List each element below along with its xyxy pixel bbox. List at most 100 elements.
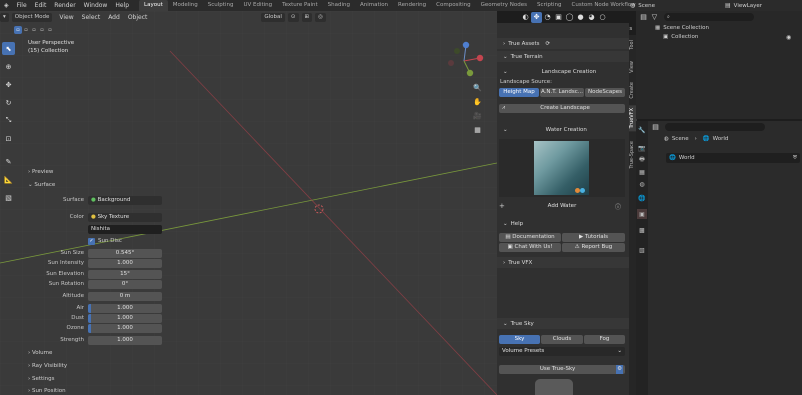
- sun-intensity-field[interactable]: 1.000: [88, 258, 162, 268]
- move-icon[interactable]: ✥: [2, 78, 15, 91]
- preview-section[interactable]: › Preview: [28, 169, 53, 175]
- collection-row[interactable]: ▣ Collection: [663, 34, 698, 40]
- true-vfx-header[interactable]: › True VFX: [497, 257, 629, 268]
- tab-geometry-nodes[interactable]: Geometry Nodes: [476, 0, 532, 11]
- vp-menu-add[interactable]: Add: [104, 14, 124, 21]
- blender-logo-icon[interactable]: ◈: [0, 2, 13, 9]
- tab-scripting[interactable]: Scripting: [532, 0, 566, 11]
- strength-field[interactable]: 1.000: [88, 335, 162, 345]
- create-landscape-button[interactable]: ⩘ Create Landscape: [499, 104, 625, 113]
- render-tab-icon[interactable]: 📷: [637, 143, 647, 153]
- visibility-eye-icon[interactable]: ◉: [786, 34, 791, 41]
- xray-icon[interactable]: ▣: [553, 12, 564, 23]
- sky-type-dropdown[interactable]: Nishita: [88, 224, 162, 234]
- tab-shading[interactable]: Shading: [323, 0, 355, 11]
- extra-tab-icon[interactable]: ▧: [637, 245, 647, 255]
- true-assets-header[interactable]: › True Assets ⟳: [497, 38, 629, 49]
- select-extend-icon[interactable]: ▫: [22, 26, 30, 34]
- solid-shading-icon[interactable]: ●: [575, 12, 586, 23]
- proportional-icon[interactable]: ◎: [315, 12, 326, 22]
- view-layer-tab-icon[interactable]: ▦: [637, 167, 647, 177]
- tab-uv-editing[interactable]: UV Editing: [238, 0, 277, 11]
- sun-elevation-field[interactable]: 15°: [88, 269, 162, 279]
- tab-modeling[interactable]: Modeling: [168, 0, 203, 11]
- use-true-sky-button[interactable]: Use True-Sky ⚙: [499, 365, 625, 374]
- scene-collection-row[interactable]: ▦ Scene Collection: [655, 25, 709, 31]
- air-slider[interactable]: 1.000: [88, 303, 162, 313]
- select-subtract-icon[interactable]: ▫: [30, 26, 38, 34]
- tab-rendering[interactable]: Rendering: [393, 0, 431, 11]
- gizmo-icon[interactable]: ✥: [531, 11, 542, 23]
- water-creation-header[interactable]: ⌄ Water Creation: [497, 124, 625, 135]
- select-box-icon[interactable]: ⬉: [2, 42, 15, 55]
- rotate-icon[interactable]: ↻: [2, 96, 15, 109]
- documentation-button[interactable]: ▤ Documentation: [499, 233, 561, 242]
- refresh-icon[interactable]: ⟳: [546, 41, 551, 47]
- collection-tab-icon[interactable]: ▣: [637, 209, 647, 219]
- fake-user-shield-icon[interactable]: ⛨: [793, 155, 797, 162]
- tab-layout[interactable]: Layout: [139, 0, 168, 11]
- cursor-icon[interactable]: ⊕: [2, 60, 15, 73]
- dust-slider[interactable]: 1.000: [88, 313, 162, 323]
- tutorials-button[interactable]: ▶ Tutorials: [562, 233, 625, 242]
- camera-icon[interactable]: 🎥: [472, 110, 483, 121]
- sun-position-section[interactable]: › Sun Position: [28, 388, 66, 394]
- wireframe-shading-icon[interactable]: ◯: [564, 12, 575, 23]
- tab-animation[interactable]: Animation: [355, 0, 393, 11]
- annotate-icon[interactable]: ✎: [2, 155, 15, 168]
- menu-window[interactable]: Window: [80, 2, 112, 9]
- menu-file[interactable]: File: [13, 2, 31, 9]
- outliner-search-input[interactable]: ⌕: [664, 13, 754, 21]
- source-nodescapes[interactable]: NodeScapes: [585, 88, 625, 97]
- snap-icon[interactable]: ⊞: [301, 12, 313, 22]
- vp-menu-select[interactable]: Select: [78, 14, 105, 21]
- help-header[interactable]: ⌄ Help: [497, 218, 625, 229]
- landscape-creation-header[interactable]: ⌄ Landscape Creation: [497, 66, 625, 77]
- volume-presets-dropdown[interactable]: Volume Presets ⌄: [499, 347, 625, 356]
- sun-size-field[interactable]: 0.545°: [88, 248, 162, 258]
- add-cube-icon[interactable]: ▧: [2, 191, 15, 204]
- chat-button[interactable]: ▣ Chat With Us!: [499, 243, 561, 252]
- ray-visibility-section[interactable]: › Ray Visibility: [28, 363, 67, 369]
- properties-search-input[interactable]: [665, 123, 765, 131]
- true-sky-header[interactable]: ⌄ True Sky: [497, 318, 629, 329]
- scene-selector[interactable]: ◍ Scene: [630, 0, 655, 11]
- output-tab-icon[interactable]: 🖶: [637, 155, 647, 165]
- tab-clouds[interactable]: Clouds: [541, 335, 583, 344]
- tab-compositing[interactable]: Compositing: [431, 0, 475, 11]
- altitude-field[interactable]: 0 m: [88, 291, 162, 301]
- display-mode-icon[interactable]: ▤: [638, 12, 649, 23]
- filter-icon[interactable]: ▽: [649, 12, 660, 23]
- plus-icon[interactable]: +: [499, 202, 509, 210]
- pivot-icon[interactable]: ⊙: [287, 12, 299, 22]
- source-ant-landscape[interactable]: A.N.T. Landsc...: [540, 88, 584, 97]
- editor-type-button[interactable]: ▾: [0, 12, 9, 22]
- visibility-icon[interactable]: ◐: [520, 12, 531, 23]
- scene-tab-icon[interactable]: ◍: [637, 179, 647, 189]
- world-datablock-field[interactable]: 🌐 World ⛨: [666, 153, 800, 163]
- water-preview-frame[interactable]: [499, 139, 625, 197]
- settings-section[interactable]: › Settings: [28, 376, 55, 382]
- tab-sky[interactable]: Sky: [499, 335, 540, 344]
- select-invert-icon[interactable]: ▫: [38, 26, 46, 34]
- material-shading-icon[interactable]: ◕: [586, 12, 597, 23]
- ozone-slider[interactable]: 1.000: [88, 323, 162, 333]
- orientation-selector[interactable]: Global: [261, 12, 285, 22]
- zoom-icon[interactable]: 🔍: [472, 82, 483, 93]
- pan-hand-icon[interactable]: ✋: [472, 96, 483, 107]
- select-new-icon[interactable]: ▫: [14, 26, 22, 34]
- tab-texture-paint[interactable]: Texture Paint: [277, 0, 323, 11]
- world-tab-icon[interactable]: 🌐: [637, 193, 647, 203]
- sun-disc-checkbox[interactable]: ✓ Sun Disc: [88, 237, 122, 245]
- mode-selector[interactable]: Object Mode: [11, 12, 53, 22]
- true-terrain-header[interactable]: ⌄ True Terrain: [497, 51, 629, 62]
- tab-fog[interactable]: Fog: [584, 335, 625, 344]
- menu-help[interactable]: Help: [111, 2, 133, 9]
- scale-icon[interactable]: ⤡: [2, 114, 15, 127]
- sun-rotation-field[interactable]: 0°: [88, 279, 162, 289]
- report-bug-button[interactable]: ⚠ Report Bug: [562, 243, 625, 252]
- surface-section[interactable]: ⌄ Surface: [28, 182, 55, 188]
- tool-tab-icon[interactable]: 🔧: [637, 125, 647, 135]
- surface-shader-field[interactable]: ● Background: [88, 195, 162, 205]
- source-height-map[interactable]: Height Map: [499, 88, 539, 97]
